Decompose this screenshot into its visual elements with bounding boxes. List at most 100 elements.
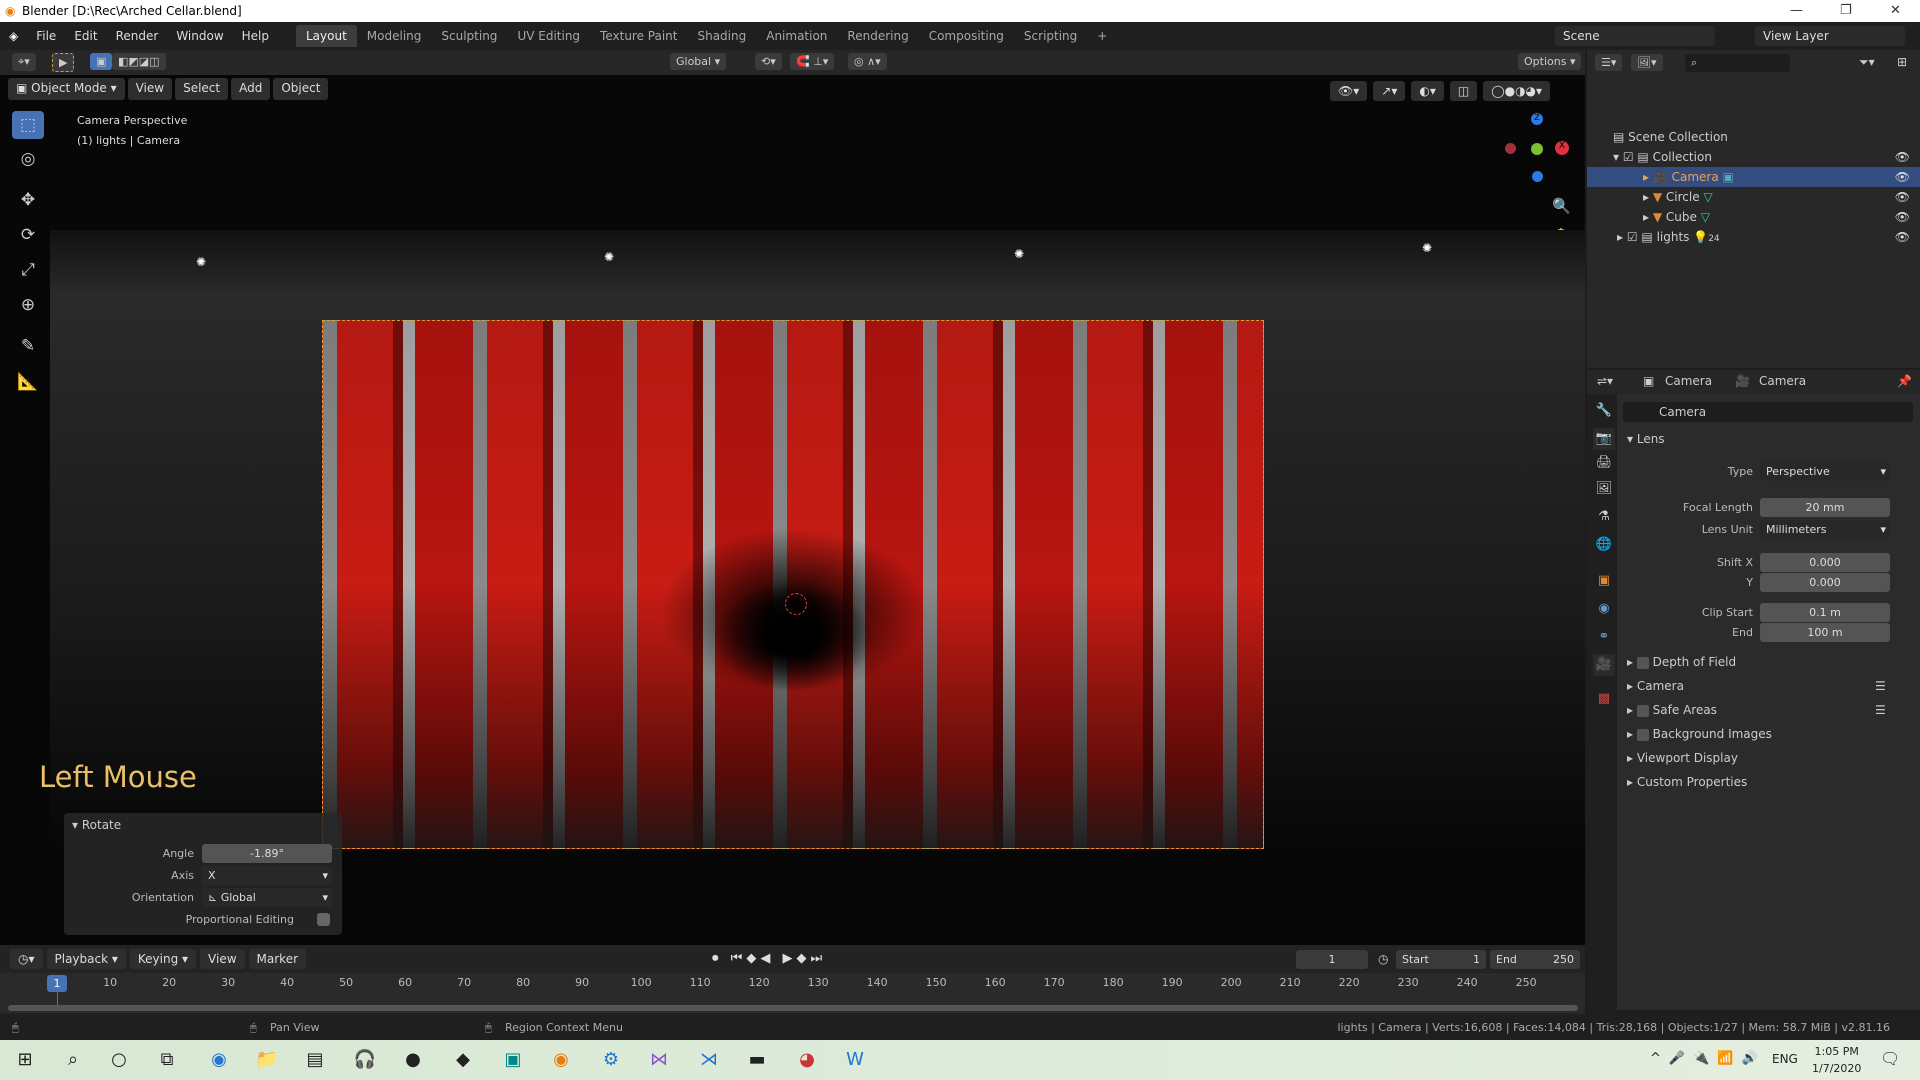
- presets-list-icon[interactable]: ☰: [1875, 703, 1886, 717]
- angle-field[interactable]: -1.89°: [202, 844, 332, 863]
- gizmo-neg-x[interactable]: [1505, 143, 1516, 154]
- app-icon[interactable]: ●: [400, 1048, 426, 1072]
- app-icon[interactable]: ◉: [206, 1048, 232, 1072]
- playhead[interactable]: 1: [47, 975, 67, 992]
- checkbox[interactable]: [1636, 728, 1649, 741]
- light-group-icon[interactable]: 💡: [1693, 230, 1708, 244]
- select-mode-new-button[interactable]: ▣: [90, 53, 113, 70]
- search-icon[interactable]: ⌕: [60, 1048, 86, 1072]
- zoom-icon[interactable]: 🔍: [1552, 197, 1571, 215]
- tab-texture-paint[interactable]: Texture Paint: [590, 25, 687, 47]
- select-tool-button[interactable]: ▶: [52, 53, 75, 72]
- move-tool[interactable]: ✥: [12, 186, 44, 214]
- tab-object-data[interactable]: 🎥: [1593, 654, 1615, 676]
- annotate-tool[interactable]: ✎: [12, 332, 44, 360]
- transform-tool[interactable]: ⊕: [12, 291, 44, 319]
- overlay-toggle-icon[interactable]: ◐▾: [1411, 81, 1444, 101]
- axis-dropdown[interactable]: X ▾: [202, 866, 332, 885]
- measure-tool[interactable]: 📐: [12, 368, 44, 396]
- terminal-icon[interactable]: ▬: [744, 1048, 770, 1072]
- tab-shading[interactable]: Shading: [687, 25, 756, 47]
- blender-menu-icon[interactable]: ◈: [0, 29, 27, 43]
- menu-file[interactable]: File: [27, 29, 65, 43]
- menu-window[interactable]: Window: [167, 29, 232, 43]
- editor-type-icon[interactable]: ◷▾: [10, 949, 43, 969]
- gizmo-toggle-icon[interactable]: ↗▾: [1373, 81, 1406, 101]
- mesh-data-icon[interactable]: ▽: [1701, 210, 1710, 224]
- panel-depth-of-field[interactable]: ▸ Depth of Field: [1627, 655, 1736, 669]
- preview-range-icon[interactable]: ◷: [1378, 952, 1388, 966]
- cortana-icon[interactable]: ○: [106, 1048, 132, 1072]
- keying-menu[interactable]: Keying ▾: [129, 949, 197, 969]
- eye-icon[interactable]: 👁: [1895, 207, 1910, 227]
- vscode-icon[interactable]: ⋊: [696, 1048, 722, 1072]
- tab-scene[interactable]: ⚗: [1593, 506, 1615, 528]
- end-frame-field[interactable]: End 250: [1490, 950, 1580, 969]
- tab-physics[interactable]: ◉: [1593, 598, 1615, 620]
- tab-object[interactable]: ▣: [1593, 570, 1615, 592]
- start-frame-field[interactable]: Start 1: [1396, 950, 1486, 969]
- tab-view-layer[interactable]: 🖼: [1593, 478, 1615, 500]
- file-explorer-icon[interactable]: 📁: [254, 1048, 280, 1072]
- tab-sculpting[interactable]: Sculpting: [431, 25, 507, 47]
- object-menu[interactable]: Object: [273, 78, 329, 100]
- outliner-item-cube[interactable]: ▸ ▼ Cube ▽ 👁: [1587, 207, 1920, 227]
- menu-edit[interactable]: Edit: [65, 29, 106, 43]
- xray-icon[interactable]: ◫: [1449, 81, 1478, 101]
- maximize-button[interactable]: ❐: [1840, 0, 1852, 22]
- panel-header[interactable]: ▾ Rotate: [72, 818, 121, 832]
- scale-tool[interactable]: ⤢: [12, 256, 44, 284]
- view-menu[interactable]: View: [200, 949, 245, 969]
- tab-animation[interactable]: Animation: [756, 25, 837, 47]
- light-icon[interactable]: ✺: [196, 255, 206, 269]
- chrome-icon[interactable]: ◕: [794, 1048, 820, 1072]
- object-mode-dropdown[interactable]: ▣ Object Mode ▾: [8, 78, 125, 100]
- proportional-editing-checkbox[interactable]: [317, 913, 330, 926]
- checkbox[interactable]: [1636, 656, 1649, 669]
- tab-compositing[interactable]: Compositing: [919, 25, 1014, 47]
- shift-y-field[interactable]: 0.000: [1760, 573, 1890, 592]
- breadcrumb-data[interactable]: Camera: [1759, 374, 1806, 388]
- eye-icon[interactable]: 👁: [1895, 227, 1910, 247]
- unity-icon[interactable]: ◆: [450, 1048, 476, 1072]
- add-workspace-button[interactable]: +: [1087, 25, 1117, 47]
- transform-orientation-dropdown[interactable]: Global ▾: [670, 53, 727, 70]
- gizmo-x-axis[interactable]: X: [1555, 141, 1569, 155]
- shift-x-field[interactable]: 0.000: [1760, 553, 1890, 572]
- light-icon[interactable]: ✺: [604, 250, 614, 264]
- minimize-button[interactable]: —: [1790, 0, 1803, 22]
- menu-render[interactable]: Render: [107, 29, 168, 43]
- blender-taskbar-icon[interactable]: ◉: [548, 1048, 574, 1072]
- clip-end-field[interactable]: 100 m: [1760, 623, 1890, 642]
- navigation-gizmo[interactable]: Z X: [1495, 113, 1575, 193]
- tab-render[interactable]: 📷: [1593, 428, 1615, 450]
- breadcrumb-object[interactable]: Camera: [1665, 374, 1712, 388]
- language-indicator[interactable]: ENG: [1772, 1052, 1798, 1066]
- frame-ruler[interactable]: 1 10 20 30 40 50 60 70 80 90 100 110 120 130 140 150 16…: [0, 973, 1585, 1013]
- pivot-point-button[interactable]: ⟲▾: [755, 53, 782, 70]
- scene-selector[interactable]: Scene: [1555, 26, 1715, 46]
- select-menu[interactable]: Select: [175, 78, 229, 100]
- focal-length-field[interactable]: 20 mm: [1760, 498, 1890, 517]
- start-icon[interactable]: ⊞: [12, 1048, 38, 1072]
- panel-safe-areas[interactable]: ▸ Safe Areas: [1627, 703, 1717, 717]
- pin-icon[interactable]: 📌: [1897, 374, 1912, 388]
- view-layer-selector[interactable]: View Layer: [1755, 26, 1905, 46]
- presets-list-icon[interactable]: ☰: [1875, 679, 1886, 693]
- gizmo-y-axis[interactable]: [1531, 143, 1543, 155]
- rotate-tool[interactable]: ⟳: [12, 221, 44, 249]
- filter-icon[interactable]: ⏷▾: [1859, 55, 1875, 70]
- outliner-item-camera[interactable]: ▸ 🎥 Camera ▣ 👁: [1587, 167, 1920, 187]
- outliner-item-circle[interactable]: ▸ ▼ Circle ▽ 👁: [1587, 187, 1920, 207]
- editor-type-button[interactable]: ⌖▾: [12, 53, 36, 71]
- close-button[interactable]: ✕: [1890, 0, 1901, 22]
- gizmo-z-axis[interactable]: Z: [1531, 113, 1543, 125]
- options-button[interactable]: Options ▾: [1518, 53, 1582, 70]
- checkbox[interactable]: [1636, 704, 1649, 717]
- notification-icon[interactable]: 🗨: [1880, 1049, 1900, 1068]
- tab-output[interactable]: 🖨: [1593, 452, 1615, 474]
- light-icon[interactable]: ✺: [1014, 247, 1024, 261]
- visibility-icon[interactable]: 👁▾: [1330, 81, 1368, 101]
- outliner-item-lights[interactable]: ▸ ☑ ▤ lights 💡24 👁: [1587, 227, 1920, 247]
- gizmo-neg-z[interactable]: [1532, 171, 1543, 182]
